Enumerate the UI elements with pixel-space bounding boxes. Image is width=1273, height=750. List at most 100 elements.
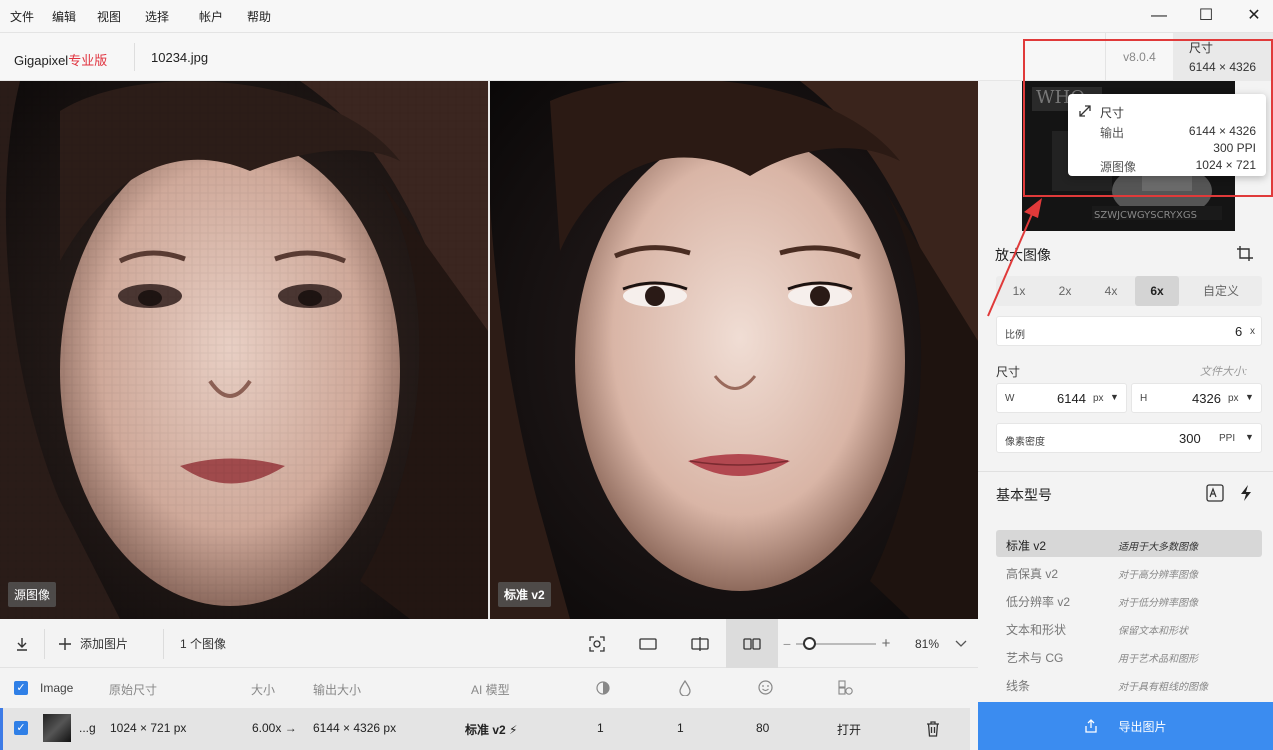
- row-file-name: ...g: [79, 721, 96, 735]
- height-value: 4326: [1192, 391, 1221, 406]
- trash-icon[interactable]: [925, 720, 941, 737]
- tooltip-source-value: 1024 × 721: [1195, 158, 1256, 172]
- tooltip-output-value: 6144 × 4326: [1188, 124, 1256, 138]
- title-divider: [134, 43, 135, 71]
- menu-bar: 文件 编辑 视图 选择 帐户 帮助 — ☐ ✕: [0, 0, 1273, 33]
- title-bar: Gigapixel专业版 10234.jpg v8.0.4 尺寸 6144 × …: [0, 33, 1273, 81]
- width-unit: px: [1093, 393, 1104, 404]
- menu-file[interactable]: 文件: [10, 8, 34, 25]
- file-size-label: 文件大小:: [1200, 366, 1248, 378]
- app-name-text: Gigapixel: [14, 53, 69, 68]
- row-model[interactable]: 标准 v2 ⚡: [465, 721, 517, 738]
- minimize-button[interactable]: —: [1147, 6, 1171, 26]
- zoom-slider-handle[interactable]: [803, 637, 817, 650]
- source-image-pane[interactable]: 源图像: [0, 81, 488, 619]
- side-by-side-view-button[interactable]: [726, 619, 778, 668]
- table-row[interactable]: ✓ ...g 1024 × 721 px 6.00x → 6144 × 4326…: [0, 708, 970, 750]
- scale-4x[interactable]: 4x: [1088, 276, 1134, 306]
- add-image-button[interactable]: 添加图片: [58, 619, 148, 668]
- pixel-density-field[interactable]: 像素密度 300 PPI ▼: [996, 423, 1262, 453]
- zoom-dropdown-button[interactable]: [950, 619, 972, 668]
- split-view-button[interactable]: [682, 619, 718, 668]
- share-icon: [1085, 719, 1098, 733]
- zoom-out-icon[interactable]: −: [781, 619, 793, 668]
- zoom-in-icon[interactable]: +: [879, 619, 893, 668]
- crop-icon[interactable]: [1236, 245, 1254, 263]
- row-thumbnail: [43, 714, 71, 742]
- upscale-section-title: 放大图像: [995, 247, 1051, 263]
- scale-6x[interactable]: 6x: [1135, 276, 1179, 306]
- row-face-value[interactable]: 80: [756, 721, 769, 735]
- panel-divider: [978, 471, 1273, 472]
- export-button[interactable]: 导出图片: [978, 702, 1273, 750]
- menu-account[interactable]: 帐户: [199, 8, 223, 25]
- lightning-icon[interactable]: [1238, 484, 1254, 502]
- tooltip-output-label: 输出: [1100, 126, 1125, 140]
- column-original-size: 原始尺寸: [109, 683, 158, 697]
- model-text-shapes[interactable]: 文本和形状 保留文本和形状: [996, 614, 1262, 641]
- row-sharpen-value[interactable]: 1: [677, 721, 684, 735]
- model-standard-v2[interactable]: 标准 v2 适用于大多数图像: [996, 530, 1262, 557]
- row-scale[interactable]: 6.00x →: [252, 721, 297, 735]
- app-edition: 专业版: [68, 53, 108, 68]
- width-label: W: [1005, 393, 1015, 404]
- size-chip[interactable]: 尺寸 6144 × 4326: [1173, 33, 1273, 81]
- preview-image-pane[interactable]: 标准 v2: [490, 81, 978, 619]
- menu-select[interactable]: 选择: [145, 8, 169, 25]
- width-field[interactable]: W 6144 px ▼: [996, 383, 1127, 413]
- translate-icon[interactable]: [1206, 484, 1224, 502]
- model-lines[interactable]: 线条 对于具有粗线的图像: [996, 670, 1262, 697]
- camera-frame-icon: [589, 635, 605, 652]
- model-name: 艺术与 CG: [1006, 651, 1064, 665]
- plus-icon: [59, 637, 71, 650]
- single-view-button[interactable]: [630, 619, 666, 668]
- pixel-density-label: 像素密度: [1005, 437, 1045, 448]
- model-desc: 适用于大多数图像: [1118, 542, 1198, 553]
- menu-edit[interactable]: 编辑: [52, 8, 76, 25]
- chevron-down-icon: [955, 640, 967, 647]
- face-recovery-icon: [758, 680, 773, 695]
- model-list: 标准 v2 适用于大多数图像 高保真 v2 对于高分辨率图像 低分辨率 v2 对…: [996, 530, 1262, 700]
- close-button[interactable]: ✕: [1242, 6, 1266, 26]
- preview-image-label: 标准 v2: [498, 582, 551, 607]
- scale-2x[interactable]: 2x: [1042, 276, 1088, 306]
- lightning-icon: ⚡: [509, 723, 518, 737]
- menu-view[interactable]: 视图: [97, 8, 121, 25]
- zoom-value[interactable]: 81%: [910, 619, 944, 668]
- width-value: 6144: [1057, 391, 1086, 406]
- height-unit-dropdown-icon[interactable]: ▼: [1245, 392, 1254, 402]
- row-original-size: 1024 × 721 px: [110, 721, 187, 735]
- ratio-unit: x: [1250, 326, 1255, 337]
- ratio-field[interactable]: 比例 6 x: [996, 316, 1262, 346]
- toolbar-divider: [163, 629, 164, 659]
- size-tooltip: 尺寸 输出 6144 × 4326 300 PPI 源图像 1024 × 721: [1068, 94, 1266, 176]
- row-checkbox[interactable]: ✓: [14, 721, 28, 735]
- model-art-cg[interactable]: 艺术与 CG 用于艺术品和图形: [996, 642, 1262, 669]
- model-low-res-v2[interactable]: 低分辨率 v2 对于低分辨率图像: [996, 586, 1262, 613]
- row-denoise-value[interactable]: 1: [597, 721, 604, 735]
- tooltip-source-label: 源图像: [1100, 160, 1137, 174]
- select-all-checkbox[interactable]: ✓: [14, 681, 28, 695]
- screenshot-button[interactable]: [580, 619, 614, 668]
- maximize-button[interactable]: ☐: [1194, 6, 1218, 26]
- menu-help[interactable]: 帮助: [247, 8, 271, 25]
- model-name: 标准 v2: [1006, 539, 1047, 553]
- height-field[interactable]: H 4326 px ▼: [1131, 383, 1262, 413]
- row-model-name: 标准 v2: [465, 723, 506, 737]
- tooltip-ppi-value: 300 PPI: [1213, 141, 1256, 155]
- collapse-list-button[interactable]: [0, 619, 44, 668]
- svg-text:SZWJCWGYSCRYXGS: SZWJCWGYSCRYXGS: [1094, 210, 1197, 221]
- model-high-fidelity-v2[interactable]: 高保真 v2 对于高分辨率图像: [996, 558, 1262, 585]
- density-unit-dropdown-icon[interactable]: ▼: [1245, 432, 1254, 442]
- size-chip-label: 尺寸: [1189, 41, 1214, 55]
- image-type-icon: [838, 680, 853, 695]
- height-label: H: [1140, 393, 1148, 404]
- scale-1x[interactable]: 1x: [996, 276, 1042, 306]
- width-unit-dropdown-icon[interactable]: ▼: [1110, 392, 1119, 402]
- scale-custom[interactable]: 自定义: [1180, 276, 1262, 306]
- model-name: 高保真 v2: [1006, 567, 1059, 581]
- arrow-down-bar-icon: [17, 637, 27, 651]
- row-open-link[interactable]: 打开: [837, 721, 861, 738]
- sharpen-drop-icon: [679, 680, 691, 696]
- size-chip-value: 6144 × 4326: [1189, 60, 1257, 74]
